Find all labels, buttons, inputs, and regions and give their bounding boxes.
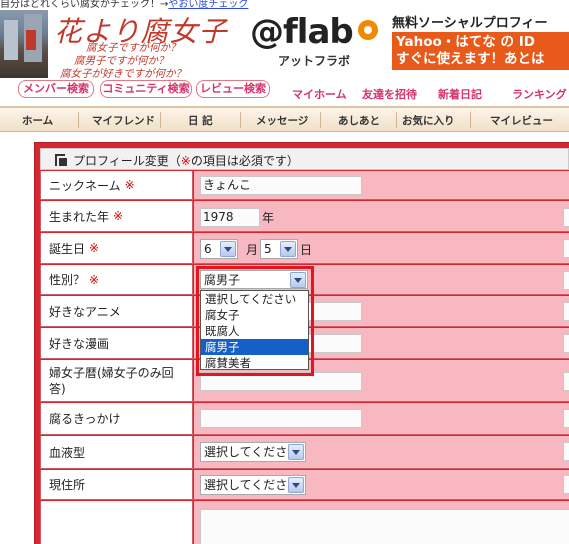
right-field-edge <box>563 302 569 321</box>
year-suffix: 年 <box>262 211 275 225</box>
blood-type-select[interactable]: 選択してください <box>200 442 306 462</box>
right-field-edge <box>563 271 569 290</box>
row-blood-type: 血液型 選択してください <box>40 436 569 469</box>
panel-title: プロフィール変更（※の項目は必須です） <box>73 154 299 168</box>
member-search-button[interactable]: メンバー検索 <box>18 80 94 98</box>
gender-label: 性別？ ※ <box>40 265 193 294</box>
birthday-label: 誕生日 ※ <box>40 233 193 263</box>
nav-divider <box>240 112 241 128</box>
main-nav-favorites[interactable]: お気に入り <box>402 113 455 128</box>
main-nav-footprints[interactable]: あしあと <box>338 113 380 128</box>
banner-ad[interactable]: Yahoo・はてな の ID すぐに使えます！あとは <box>392 32 569 70</box>
blood-type-value: 選択してください <box>204 445 300 459</box>
right-field-edge <box>563 475 569 494</box>
row-birthday: 誕生日 ※ 6 月 5 日 <box>40 233 569 264</box>
nav-divider <box>160 112 161 128</box>
flower-icon <box>358 20 378 40</box>
row-residence: 現住所 選択してください <box>40 470 569 500</box>
next-row-label <box>40 501 193 544</box>
chevron-down-icon <box>290 272 306 288</box>
main-nav-home[interactable]: ホーム <box>22 113 53 128</box>
birth-month-select[interactable]: 6 <box>200 239 238 259</box>
review-search-button[interactable]: レビュー検索 <box>196 80 270 98</box>
nav-divider <box>396 112 397 128</box>
birth-month-value: 6 <box>204 242 212 256</box>
right-field-edge <box>563 334 569 353</box>
chevron-down-icon <box>288 444 304 460</box>
textarea-field[interactable] <box>200 509 569 544</box>
residence-select[interactable]: 選択してください <box>200 475 306 495</box>
birth-day-value: 5 <box>264 242 272 256</box>
top-strip: 自分はどれくらい腐女かチェック！→やおい度チェック <box>0 0 569 10</box>
top-strip-link[interactable]: やおい度チェック <box>168 0 248 10</box>
birth-year-field[interactable]: 1978 <box>200 208 260 227</box>
birth-year-label: 生まれた年 ※ <box>40 201 193 231</box>
chevron-down-icon <box>288 477 304 493</box>
gender-option[interactable]: 選択してください <box>201 291 308 307</box>
main-nav-myfriends[interactable]: マイフレンド <box>92 113 155 128</box>
gender-select[interactable]: 腐男子 <box>200 270 308 289</box>
month-suffix: 月 <box>246 243 259 257</box>
row-trigger: 腐るきっかけ <box>40 403 569 435</box>
flab-logo[interactable]: @flab アットフラボ <box>248 12 388 70</box>
nav-ranking[interactable]: ランキング <box>512 86 567 102</box>
gender-option[interactable]: 腐賛美者 <box>201 355 308 371</box>
nav-invite-friends[interactable]: 友達を招待 <box>362 86 417 102</box>
main-nav-diary[interactable]: 日 記 <box>188 113 213 128</box>
main-nav-messages[interactable]: メッセージ <box>256 113 308 128</box>
anime-label: 好きなアニメ <box>40 296 193 326</box>
row-nickname: ニックネーム ※ きょんこ <box>40 171 569 200</box>
main-nav: ホーム マイフレンド 日 記 メッセージ あしあと お気に入り マイレビュー <box>0 106 569 132</box>
trigger-label: 腐るきっかけ <box>40 403 193 434</box>
right-field-edge <box>563 442 569 461</box>
gender-options-list: 選択してください 腐女子 既腐人 腐男子 腐賛美者 <box>200 290 309 370</box>
nav-divider <box>320 112 321 128</box>
fujoshi-years-label: 婦女子暦(婦女子のみ回答) <box>40 360 193 401</box>
residence-label: 現住所 <box>40 470 193 499</box>
panel-header: プロフィール変更（※の項目は必須です） <box>40 148 569 170</box>
right-field-edge <box>563 208 569 227</box>
nav-myhome[interactable]: マイホーム <box>292 86 347 102</box>
trigger-field[interactable] <box>200 409 362 428</box>
community-search-button[interactable]: コミュニティ検索 <box>100 80 192 98</box>
chevron-down-icon <box>280 241 296 257</box>
right-field-edge <box>563 372 569 391</box>
form-icon <box>55 154 67 166</box>
right-field-edge <box>563 239 569 258</box>
nav-new-diaries[interactable]: 新着日記 <box>438 86 482 102</box>
gender-option-selected[interactable]: 腐男子 <box>201 339 308 355</box>
right-field-edge <box>563 409 569 428</box>
gender-option[interactable]: 既腐人 <box>201 323 308 339</box>
blood-type-label: 血液型 <box>40 436 193 468</box>
tagline-3: 腐女子が好きですが何か？ <box>60 68 186 80</box>
flab-logo-kana: アットフラボ <box>278 54 351 68</box>
main-nav-myreviews[interactable]: マイレビュー <box>490 113 553 128</box>
row-birth-year: 生まれた年 ※ 1978 年 <box>40 201 569 232</box>
site-logo-photo[interactable] <box>0 10 48 78</box>
row-next <box>40 501 569 544</box>
chevron-down-icon <box>220 241 236 257</box>
flab-logo-text: @flab <box>250 12 354 52</box>
banner-title[interactable]: 無料ソーシャルプロフィー <box>392 12 547 31</box>
banner-line-1: Yahoo・はてな の ID <box>396 34 535 50</box>
top-strip-text: 自分はどれくらい腐女かチェック！→ <box>0 0 169 10</box>
nickname-label: ニックネーム ※ <box>40 171 193 199</box>
nav-divider <box>470 112 471 128</box>
gender-value: 腐男子 <box>204 273 241 287</box>
residence-value: 選択してください <box>204 478 300 492</box>
gender-option[interactable]: 腐女子 <box>201 307 308 323</box>
nav-divider <box>78 112 79 128</box>
banner-line-2: すぐに使えます！あとは <box>396 51 545 67</box>
manga-label: 好きな漫画 <box>40 328 193 358</box>
day-suffix: 日 <box>300 243 313 257</box>
nickname-field[interactable]: きょんこ <box>200 176 362 195</box>
birth-day-select[interactable]: 5 <box>260 239 298 259</box>
